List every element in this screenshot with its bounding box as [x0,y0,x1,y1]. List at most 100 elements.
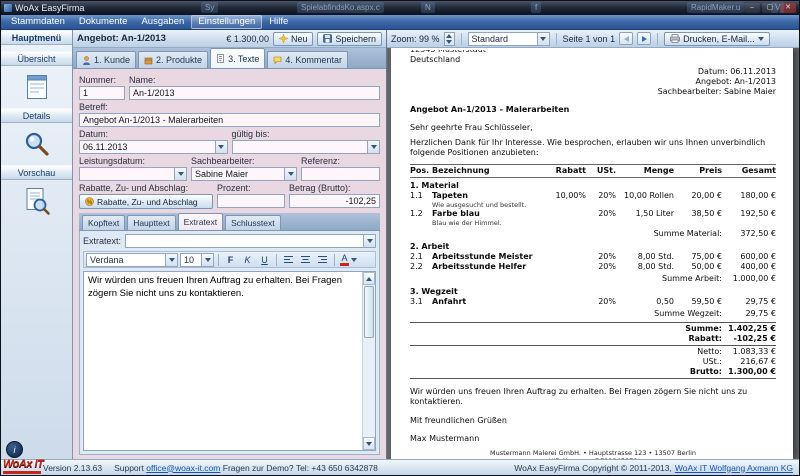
tab-kommentar[interactable]: 4. Kommentar [267,51,348,68]
copyright-link[interactable]: WoAx IT Wolfgang Axmann KG [675,463,793,473]
sidebar-item-vorschau[interactable]: Vorschau [1,165,72,180]
doc-cell-ust: 20% [586,262,616,272]
tab-produkte[interactable]: 2. Produkte [138,51,208,68]
name-input[interactable]: An-1/2013 [129,86,380,100]
background-window-fragment: N [421,2,435,13]
size-dropdown-icon[interactable] [201,254,213,266]
document-intro: Herzlichen Dank für Ihr Interesse. Wie b… [410,138,776,158]
tab-kunde[interactable]: 1. Kunde [76,51,136,68]
document-footer: Mustermann Malerei GmbH. • Hauptstrasse … [410,449,776,459]
align-right-button[interactable] [315,253,330,267]
sidebar-item-details[interactable]: Details [1,108,72,123]
betrag-brutto-input[interactable]: -102,25 [289,194,380,208]
extratext-editor-text[interactable]: Wir würden uns freuen Ihren Auftrag zu e… [84,272,362,450]
record-title: Angebot: An-1/2013 [77,33,166,44]
font-color-button[interactable]: A [339,253,358,267]
extratext-template-select[interactable] [125,234,376,248]
referenz-input[interactable] [301,167,380,181]
zoom-spinner[interactable] [444,32,455,46]
layout-dropdown-icon[interactable] [537,33,549,45]
doc-table-header: Pos. Bezeichnung Rabatt USt. Menge Preis… [410,164,776,178]
new-button[interactable]: Neu [273,32,314,46]
save-button[interactable]: Speichern [317,32,382,46]
doc-group-name: 1. Material [410,181,776,191]
font-dropdown-icon[interactable] [165,254,177,266]
doc-cell-pos: 3.1 [410,297,432,307]
betrag-brutto-label: Betrag (Brutto): [289,183,380,193]
underline-button[interactable]: U [257,253,272,267]
gueltig-dropdown-icon[interactable] [367,141,379,153]
document-signature: Max Mustermann [410,434,776,443]
scroll-down-icon[interactable] [363,437,375,450]
bold-button[interactable]: F [223,253,238,267]
previous-page-button[interactable] [619,32,633,45]
woax-logo-text: WoAx IT [3,459,47,470]
scroll-up-icon[interactable] [363,272,375,285]
sidebar-header: Hauptmenü [1,30,72,45]
extratext-dropdown-icon[interactable] [363,235,375,247]
doc-cell-menge: 0,50 [616,297,674,307]
document-closing: Wir würden uns freuen Ihren Auftrag zu e… [410,387,776,407]
editor-scrollbar[interactable] [362,272,375,450]
magnifier-icon[interactable] [1,123,72,165]
form-tabstrip: 1. Kunde 2. Produkte 3. Texte 4. Komment… [73,48,386,69]
menu-hilfe[interactable]: Hilfe [262,15,295,29]
doc-desc-spacer [410,201,432,209]
sachbearbeiter-input[interactable]: Sabine Maier [191,167,297,181]
tab-kopftext[interactable]: Kopftext [82,215,125,230]
blog-badge-icon[interactable]: i [6,441,23,458]
leistungsdatum-dropdown-icon[interactable] [174,168,186,180]
doc-cell-gesamt: 29,75 € [722,297,776,307]
scrollbar-thumb[interactable] [364,286,374,338]
doc-item-row: 1.2Farbe blau20%1,50 Liter38,50 €192,50 … [410,209,776,219]
page-magnifier-icon[interactable] [1,180,72,222]
datum-dropdown-icon[interactable] [215,141,227,153]
sachbearbeiter-dropdown-icon[interactable] [284,168,296,180]
minimize-button[interactable]: – [744,3,760,13]
woax-logo[interactable]: i WoAx IT [3,441,47,474]
doc-cell-rabatt [548,297,586,307]
nummer-input[interactable]: 1 [79,86,125,100]
menu-dokumente[interactable]: Dokumente [72,15,135,29]
italic-button[interactable]: K [240,253,255,267]
preview-area[interactable]: 12345 Musterstadt Deutschland Datum: 06.… [387,48,799,459]
doc-cell-preis: 20,00 € [674,191,722,201]
font-family-select[interactable]: Verdana [86,253,178,267]
menu-stammdaten[interactable]: Stammdaten [4,15,72,29]
tab-haupttext-label: Haupttext [133,218,169,228]
menu-ausgaben[interactable]: Ausgaben [134,15,191,29]
form-grid-icon[interactable] [1,66,72,108]
next-page-button[interactable] [637,32,651,45]
datum-input[interactable]: 06.11.2013 [79,140,228,154]
tab-texte[interactable]: 3. Texte [210,48,265,68]
tab-extratext[interactable]: Extratext [178,213,224,230]
document-lines-icon [216,54,225,63]
doc-sum-label: Summe Material: [410,229,722,239]
rabatte-button[interactable]: % Rabatte, Zu- und Abschlag [79,194,213,209]
betreff-input[interactable]: Angebot An-1/2013 - Malerarbeiten [79,113,380,127]
leistungsdatum-input[interactable] [79,167,187,181]
align-center-button[interactable] [298,253,313,267]
title-bar[interactable]: WoAx EasyFirma Sy SpielabfindsKo.aspx.c … [1,1,799,15]
menu-bar: Stammdaten Dokumente Ausgaben Einstellun… [1,15,799,30]
doc-cell-name: Arbeitsstunde Meister [432,252,548,262]
sidebar-item-uebersicht[interactable]: Übersicht [1,51,72,66]
print-email-button[interactable]: Drucken, E-Mail... [664,32,770,46]
layout-select[interactable]: Standard [468,32,550,46]
font-size-select[interactable]: 10 [180,253,214,267]
app-icon [4,4,12,12]
tab-haupttext[interactable]: Haupttext [127,215,175,230]
prozent-input[interactable] [217,194,285,208]
doc-sum-row: Summe Material:372,50 € [410,229,776,239]
extratext-editor[interactable]: Wir würden uns freuen Ihren Auftrag zu e… [83,271,376,451]
referenz-label: Referenz: [301,156,380,166]
align-left-button[interactable] [281,253,296,267]
doc-sum-row: Summe Arbeit:1.000,00 € [410,274,776,284]
tab-schlusstext[interactable]: Schlusstext [225,215,280,230]
menu-einstellungen[interactable]: Einstellungen [191,15,262,29]
gueltig-bis-input[interactable] [232,140,381,154]
floppy-disk-icon [323,34,332,43]
doc-item-row: 2.1Arbeitsstunde Meister20%8,00 Std.75,0… [410,252,776,262]
doc-sum-value: 372,50 € [722,229,776,239]
support-email-link[interactable]: office@woax-it.com [146,463,220,473]
